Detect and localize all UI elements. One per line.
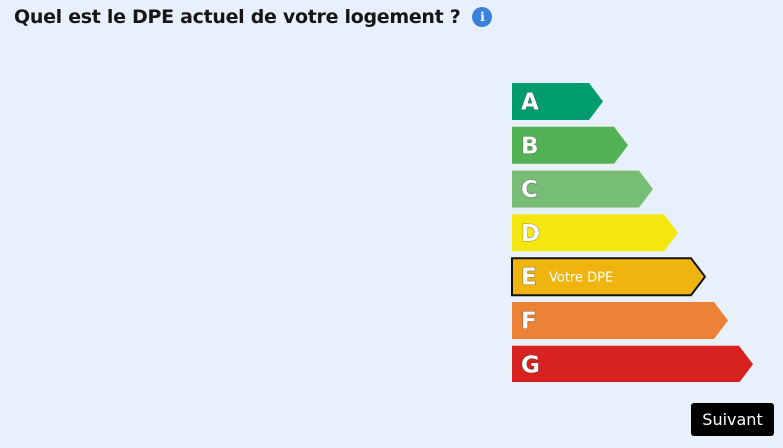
dpe-class-f[interactable]: F <box>512 302 728 339</box>
question-title: Quel est le DPE actuel de votre logement… <box>14 6 461 28</box>
info-glyph: i <box>480 10 485 24</box>
dpe-letter-a: A <box>521 90 539 116</box>
dpe-scale-chart: ABCDE Votre DPE FG <box>511 83 753 382</box>
dpe-letter-d: D <box>521 221 540 247</box>
dpe-class-b[interactable]: B <box>512 126 628 164</box>
dpe-letter-g: G <box>521 352 540 378</box>
question-header: Quel est le DPE actuel de votre logement… <box>14 6 493 28</box>
dpe-class-g[interactable]: G <box>512 345 753 382</box>
dpe-scale: A B C D E Votre DPE F G <box>511 82 761 382</box>
next-button[interactable]: Suivant <box>691 403 774 436</box>
dpe-class-a[interactable]: A <box>512 83 603 120</box>
dpe-class-c[interactable]: C <box>512 170 653 208</box>
dpe-letter-c: C <box>521 177 538 203</box>
dpe-class-d[interactable]: D <box>512 214 678 252</box>
dpe-letter-b: B <box>521 133 539 159</box>
dpe-letter-e: E <box>521 265 537 291</box>
dpe-letter-f: F <box>521 309 537 335</box>
dpe-class-e[interactable]: E Votre DPE <box>511 257 707 297</box>
info-icon[interactable]: i <box>472 7 493 27</box>
dpe-bar-g <box>512 345 753 382</box>
dpe-bar-f <box>512 302 728 339</box>
dpe-current-label: Votre DPE <box>549 271 613 286</box>
